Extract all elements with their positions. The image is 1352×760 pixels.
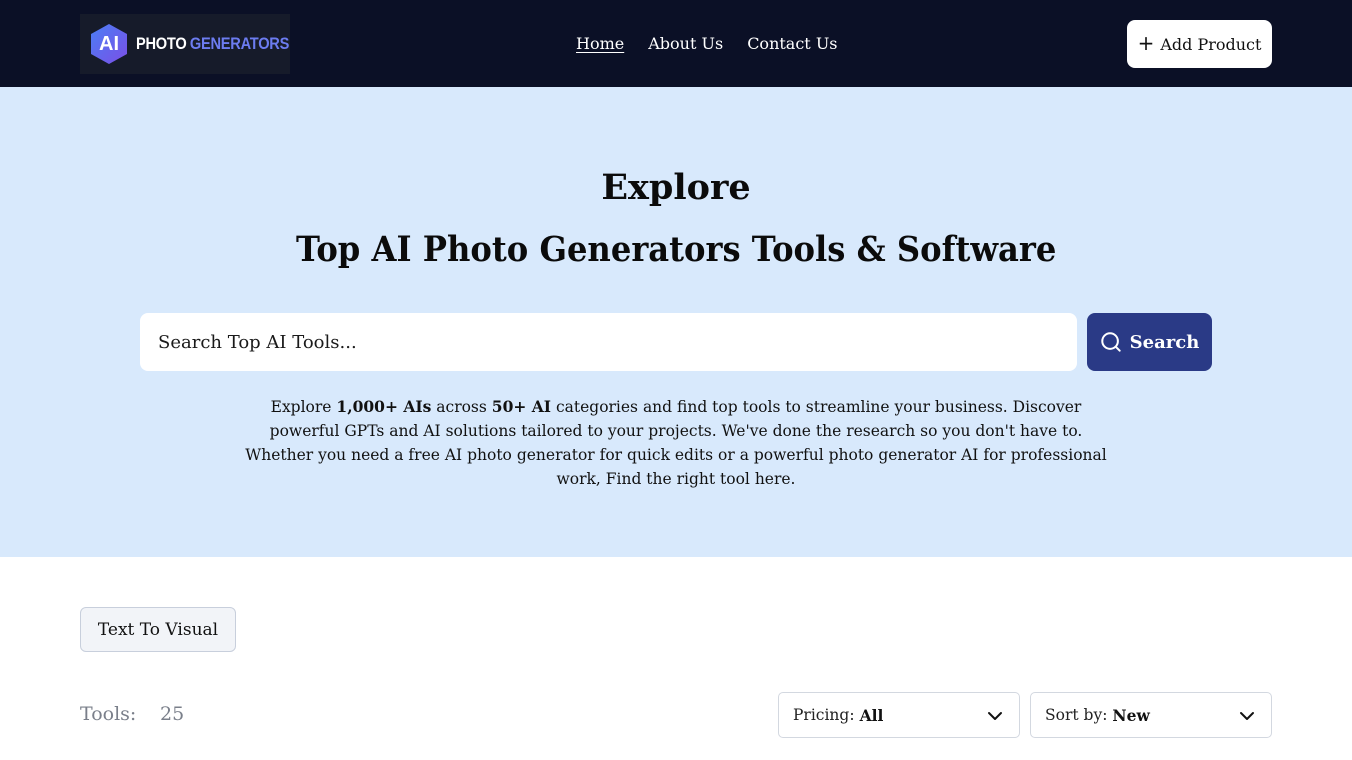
nav-home-link[interactable]: Home — [576, 34, 624, 53]
main-nav: Home About Us Contact Us — [576, 34, 838, 53]
sort-select-value: New — [1112, 705, 1150, 725]
chevron-down-icon — [988, 712, 1002, 720]
tools-count-label: Tools: — [80, 703, 137, 725]
hero-title-main-text: Top AI Photo Generators Tools & Software — [295, 229, 1057, 270]
pricing-select[interactable]: Pricing: All — [778, 692, 1020, 738]
hero-section: Explore Top AI Photo Generators Tools & … — [0, 87, 1352, 557]
search-input[interactable]: Search Top AI Tools... — [140, 313, 1077, 371]
hero-desc-category-count: 50+ AI — [491, 397, 552, 416]
add-product-button[interactable]: + Add Product — [1127, 20, 1272, 68]
logo-hexagon-icon: AI — [90, 23, 128, 65]
logo-wordmark: PHOTO GENERATORS — [136, 34, 289, 54]
site-header: AI PHOTO GENERATORS Home About Us Contact… — [0, 0, 1352, 87]
hero-title-explore: Explore — [601, 167, 751, 208]
add-product-label: Add Product — [1160, 34, 1262, 54]
hero-desc-part2: across — [431, 398, 492, 416]
chevron-down-icon — [1240, 712, 1254, 720]
category-chip-text-to-visual[interactable]: Text To Visual — [80, 607, 236, 652]
plus-icon: + — [1137, 31, 1155, 55]
tools-count-value: 25 — [160, 703, 185, 725]
logo-word-photo: PHOTO — [136, 34, 187, 53]
hero-desc-ai-count: 1,000+ AIs — [336, 397, 432, 416]
hero-description: Explore 1,000+ AIs across 50+ AI categor… — [236, 395, 1116, 491]
nav-about-link[interactable]: About Us — [648, 34, 723, 53]
hero-desc-part1: Explore — [270, 398, 337, 416]
logo-badge-text: AI — [99, 32, 119, 55]
sort-select-label: Sort by: — [1045, 706, 1108, 724]
logo-word-generators: GENERATORS — [189, 34, 290, 53]
search-button[interactable]: Search — [1087, 313, 1212, 371]
hero-title-main: Top AI Photo Generators Tools & Software — [0, 229, 1352, 270]
nav-contact-link[interactable]: Contact Us — [747, 34, 837, 53]
pricing-select-value: All — [859, 705, 884, 725]
site-logo[interactable]: AI PHOTO GENERATORS — [80, 14, 290, 74]
search-icon — [1100, 332, 1121, 352]
sort-select[interactable]: Sort by: New — [1030, 692, 1272, 738]
search-button-label: Search — [1129, 331, 1200, 353]
pricing-select-label: Pricing: — [793, 706, 855, 724]
